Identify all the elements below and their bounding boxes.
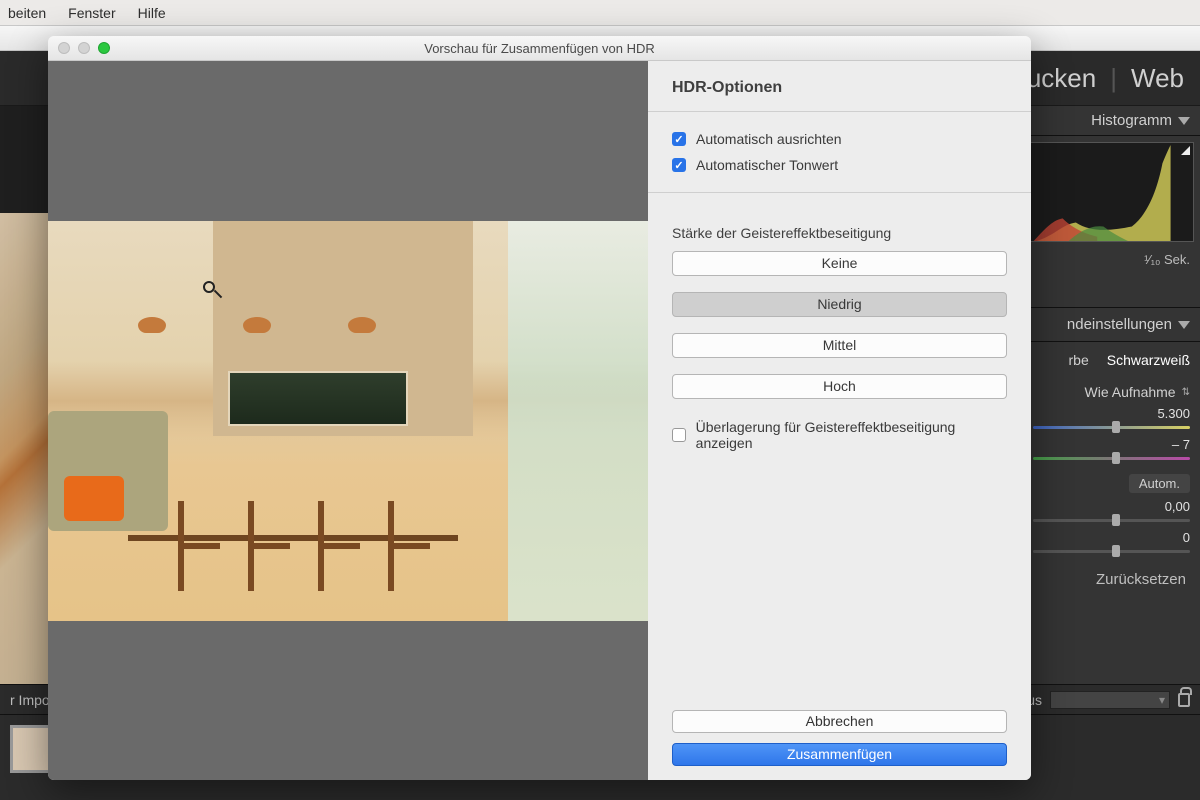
module-web[interactable]: Web: [1131, 63, 1184, 94]
checkbox-checked-icon: [672, 132, 686, 146]
menu-item-help[interactable]: Hilfe: [138, 5, 166, 21]
histogram[interactable]: [1029, 142, 1194, 242]
histogram-label: Histogramm: [1091, 112, 1172, 129]
menu-item-window[interactable]: Fenster: [68, 5, 115, 21]
deghost-section-label: Stärke der Geistereffektbeseitigung: [672, 225, 1007, 241]
hdr-merge-dialog: Vorschau für Zusammenfügen von HDR HDR-O…: [48, 36, 1031, 780]
hdr-options-pane: HDR-Optionen Automatisch ausrichten Auto…: [648, 61, 1031, 780]
updown-icon[interactable]: ⇅: [1182, 387, 1190, 398]
basic-panel-label: ndeinstellungen: [1067, 316, 1172, 333]
deghost-overlay-label: Überlagerung für Geistereffektbeseitigun…: [696, 419, 1007, 451]
hdr-preview-pane: [48, 61, 648, 780]
treatment-color-tab[interactable]: rbe: [1069, 352, 1089, 368]
meta-shutter: ¹⁄₁₀ Sek.: [1144, 252, 1190, 267]
auto-tone-button[interactable]: Autom.: [1129, 474, 1190, 493]
menu-item-edit[interactable]: beiten: [8, 5, 46, 21]
auto-tone-checkbox[interactable]: Automatischer Tonwert: [672, 157, 1007, 173]
system-menubar: beiten Fenster Hilfe: [0, 0, 1200, 26]
treatment-bw-tab[interactable]: Schwarzweiß: [1107, 352, 1190, 368]
module-divider: |: [1110, 63, 1117, 94]
checkbox-unchecked-icon: [672, 428, 686, 442]
auto-tone-label: Automatischer Tonwert: [696, 157, 838, 173]
contrast-value: 0: [1183, 530, 1190, 545]
deghost-overlay-checkbox[interactable]: Überlagerung für Geistereffektbeseitigun…: [672, 419, 1007, 451]
hdr-options-heading: HDR-Optionen: [672, 79, 1007, 97]
filter-dropdown[interactable]: ▾: [1050, 691, 1170, 709]
deghost-medium-button[interactable]: Mittel: [672, 333, 1007, 358]
contrast-slider[interactable]: [1033, 550, 1190, 553]
zoom-cursor-icon: [203, 281, 221, 299]
auto-align-checkbox[interactable]: Automatisch ausrichten: [672, 131, 1007, 147]
lock-icon[interactable]: [1178, 693, 1190, 707]
deghost-high-button[interactable]: Hoch: [672, 374, 1007, 399]
chevron-down-icon[interactable]: [1178, 321, 1190, 329]
dialog-title: Vorschau für Zusammenfügen von HDR: [48, 41, 1031, 56]
tint-slider[interactable]: [1033, 457, 1190, 460]
temp-value: 5.300: [1157, 406, 1190, 421]
exposure-value: 0,00: [1165, 499, 1190, 514]
auto-align-label: Automatisch ausrichten: [696, 131, 842, 147]
filter-label-left: r Impo: [10, 692, 50, 708]
dialog-titlebar[interactable]: Vorschau für Zusammenfügen von HDR: [48, 36, 1031, 61]
temp-slider[interactable]: [1033, 426, 1190, 429]
reset-button[interactable]: Zurücksetzen: [1096, 571, 1186, 588]
wb-dropdown[interactable]: Wie Aufnahme: [1085, 384, 1176, 400]
chevron-down-icon[interactable]: [1178, 117, 1190, 125]
exposure-slider[interactable]: [1033, 519, 1190, 522]
deghost-low-button[interactable]: Niedrig: [672, 292, 1007, 317]
tint-value: – 7: [1172, 437, 1190, 452]
merge-button[interactable]: Zusammenfügen: [672, 743, 1007, 766]
deghost-none-button[interactable]: Keine: [672, 251, 1007, 276]
checkbox-checked-icon: [672, 158, 686, 172]
cancel-button[interactable]: Abbrechen: [672, 710, 1007, 733]
hdr-preview-image[interactable]: [48, 221, 648, 621]
